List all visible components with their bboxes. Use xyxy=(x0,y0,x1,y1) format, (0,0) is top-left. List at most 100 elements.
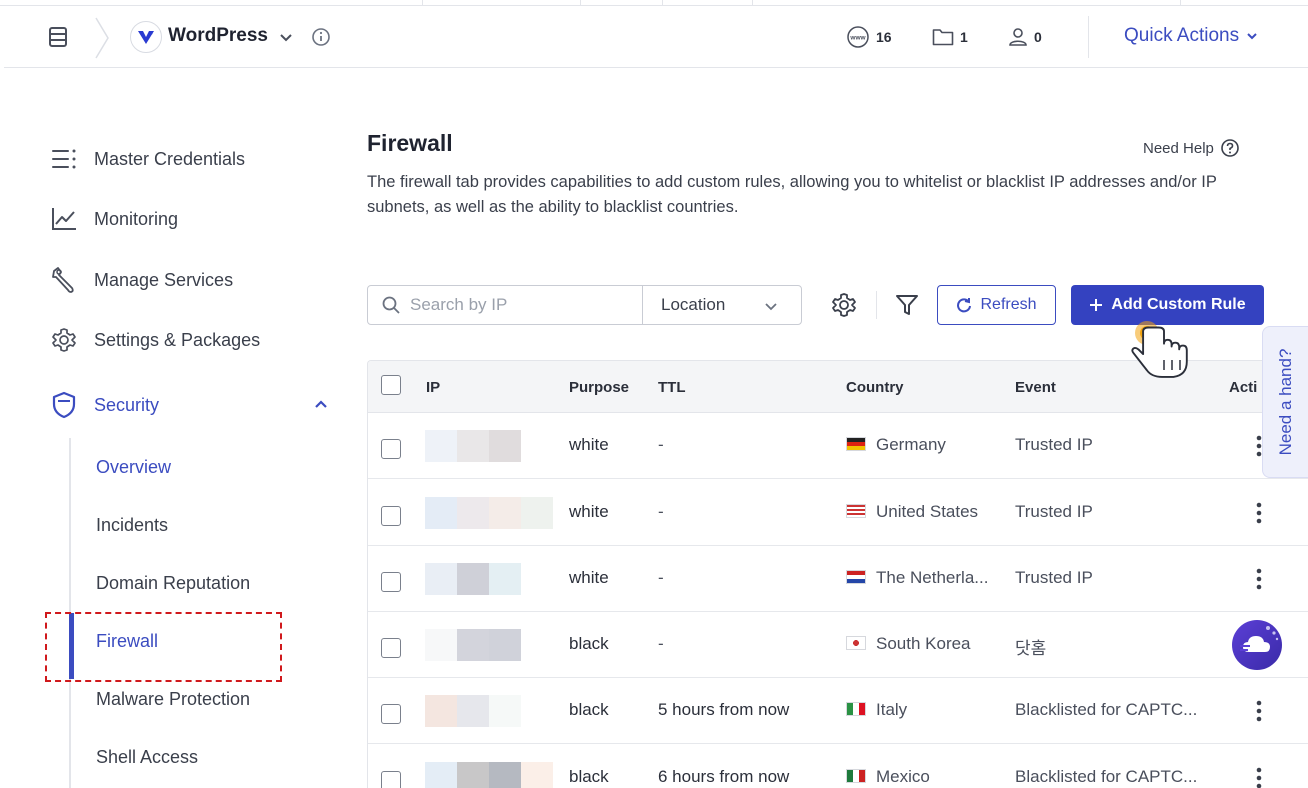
chevron-down-icon xyxy=(1247,33,1257,40)
add-custom-rule-label: Add Custom Rule xyxy=(1111,296,1246,313)
sidebar-item-monitoring[interactable]: Monitoring xyxy=(50,204,178,234)
www-icon: www xyxy=(847,26,869,48)
sidebar-item-master-credentials[interactable]: Master Credentials xyxy=(50,144,245,174)
country-cell: The Netherla... xyxy=(846,568,988,588)
top-header: WordPress www 16 1 0 Quick Actions xyxy=(4,6,1308,68)
sidebar-item-manage-services[interactable]: Manage Services xyxy=(50,265,233,295)
table-row[interactable]: black - South Korea 닷홈 xyxy=(368,612,1308,678)
row-checkbox[interactable] xyxy=(381,704,401,724)
row-checkbox[interactable] xyxy=(381,506,401,526)
purpose-cell: black xyxy=(569,634,609,653)
quick-actions-label: Quick Actions xyxy=(1124,25,1240,46)
country-cell: Germany xyxy=(846,435,946,455)
folders-stat[interactable]: 1 xyxy=(932,25,968,49)
need-help-link[interactable]: Need Help xyxy=(1143,138,1240,158)
select-all-checkbox[interactable] xyxy=(381,375,401,395)
table-row[interactable]: black 5 hours from now Italy Blacklisted… xyxy=(368,678,1308,744)
ttl-cell: 5 hours from now xyxy=(658,700,790,719)
users-count: 0 xyxy=(1034,29,1042,45)
users-stat[interactable]: 0 xyxy=(1008,25,1042,49)
ip-address-redacted xyxy=(425,480,553,546)
filter-icon[interactable] xyxy=(895,293,919,317)
table-row[interactable]: white - The Netherla... Trusted IP xyxy=(368,546,1308,612)
sidebar-item-label: Settings & Packages xyxy=(94,329,261,350)
row-checkbox[interactable] xyxy=(381,638,401,658)
table-row[interactable]: white - United States Trusted IP xyxy=(368,480,1308,546)
user-icon xyxy=(1009,28,1027,46)
column-header-ttl[interactable]: TTL xyxy=(658,379,686,396)
chevron-up-icon[interactable] xyxy=(312,395,330,413)
column-header-event[interactable]: Event xyxy=(1015,379,1056,396)
search-field[interactable] xyxy=(367,285,643,325)
list-icon xyxy=(50,145,78,173)
page-title: Firewall xyxy=(367,130,453,156)
flag-mexico-icon xyxy=(846,769,866,783)
sidebar-item-label: Manage Services xyxy=(94,269,234,290)
more-actions-icon[interactable] xyxy=(1256,568,1262,590)
row-checkbox[interactable] xyxy=(381,439,401,459)
location-select[interactable]: Location xyxy=(642,285,802,325)
ip-address-redacted xyxy=(425,612,553,678)
ttl-cell: - xyxy=(658,568,664,587)
wrench-icon xyxy=(50,266,78,294)
shield-icon xyxy=(50,391,78,419)
chat-widget-button[interactable] xyxy=(1232,620,1282,670)
folder-icon xyxy=(932,29,954,46)
search-input[interactable] xyxy=(410,295,630,315)
sidebar-item-label: Security xyxy=(94,394,160,415)
rules-table: IP Purpose TTL Country Event Acti white … xyxy=(367,360,1308,788)
column-header-ip[interactable]: IP xyxy=(426,379,440,396)
site-name[interactable]: WordPress xyxy=(168,25,268,47)
event-cell: Trusted IP xyxy=(1015,568,1093,587)
settings-gear-icon[interactable] xyxy=(830,291,858,319)
country-name: United States xyxy=(876,502,979,521)
more-actions-icon[interactable] xyxy=(1256,700,1262,722)
ip-address-redacted xyxy=(425,546,553,612)
submenu-item-domain-reputation[interactable]: Domain Reputation xyxy=(96,573,250,594)
ttl-cell: 6 hours from now xyxy=(658,767,790,786)
column-header-actions: Acti xyxy=(1229,379,1258,396)
hand-pointer-cursor-icon xyxy=(1131,321,1188,378)
folders-count: 1 xyxy=(960,29,968,45)
event-cell: Blacklisted for CAPTC... xyxy=(1015,767,1198,786)
column-header-purpose[interactable]: Purpose xyxy=(569,379,629,396)
country-cell: Mexico xyxy=(846,767,930,787)
submenu-item-shell-access[interactable]: Shell Access xyxy=(96,747,198,768)
breadcrumb-separator-icon xyxy=(95,17,109,59)
more-actions-icon[interactable] xyxy=(1256,767,1262,788)
site-logo-icon xyxy=(130,21,162,53)
gear-icon xyxy=(50,326,78,354)
highlight-box xyxy=(45,612,282,682)
info-icon[interactable] xyxy=(311,27,331,47)
domains-stat[interactable]: www 16 xyxy=(846,25,892,49)
toolbar-divider xyxy=(876,291,877,319)
submenu-item-malware-protection[interactable]: Malware Protection xyxy=(96,689,250,710)
country-name: Mexico xyxy=(876,767,930,786)
sidebar: Master Credentials Monitoring Manage Ser… xyxy=(0,68,340,788)
submenu-item-incidents[interactable]: Incidents xyxy=(96,515,168,536)
search-icon xyxy=(382,296,400,314)
row-checkbox[interactable] xyxy=(381,771,401,788)
location-select-label: Location xyxy=(661,295,726,314)
chevron-down-icon[interactable] xyxy=(278,29,294,45)
ip-address-redacted xyxy=(425,678,553,744)
need-a-hand-label: Need a hand? xyxy=(1275,348,1295,456)
flag-south-korea-icon xyxy=(846,636,866,650)
sidebar-item-security[interactable]: Security xyxy=(50,390,159,420)
table-row[interactable]: white - Germany Trusted IP xyxy=(368,413,1308,479)
submenu-item-overview[interactable]: Overview xyxy=(96,457,171,478)
column-header-country[interactable]: Country xyxy=(846,379,904,396)
header-divider xyxy=(1088,16,1089,58)
quick-actions-button[interactable]: Quick Actions xyxy=(1124,25,1259,47)
sidebar-toggle-icon[interactable] xyxy=(48,26,68,48)
refresh-label: Refresh xyxy=(980,296,1037,313)
flag-italy-icon xyxy=(846,702,866,716)
sidebar-item-settings-packages[interactable]: Settings & Packages xyxy=(50,325,260,355)
more-actions-icon[interactable] xyxy=(1256,502,1262,524)
refresh-button[interactable]: Refresh xyxy=(937,285,1056,325)
ip-address-redacted xyxy=(425,413,553,479)
flag-united-states-icon xyxy=(846,504,866,518)
table-row[interactable]: black 6 hours from now Mexico Blackliste… xyxy=(368,745,1308,788)
need-a-hand-tab[interactable]: Need a hand? xyxy=(1262,326,1308,478)
row-checkbox[interactable] xyxy=(381,572,401,592)
